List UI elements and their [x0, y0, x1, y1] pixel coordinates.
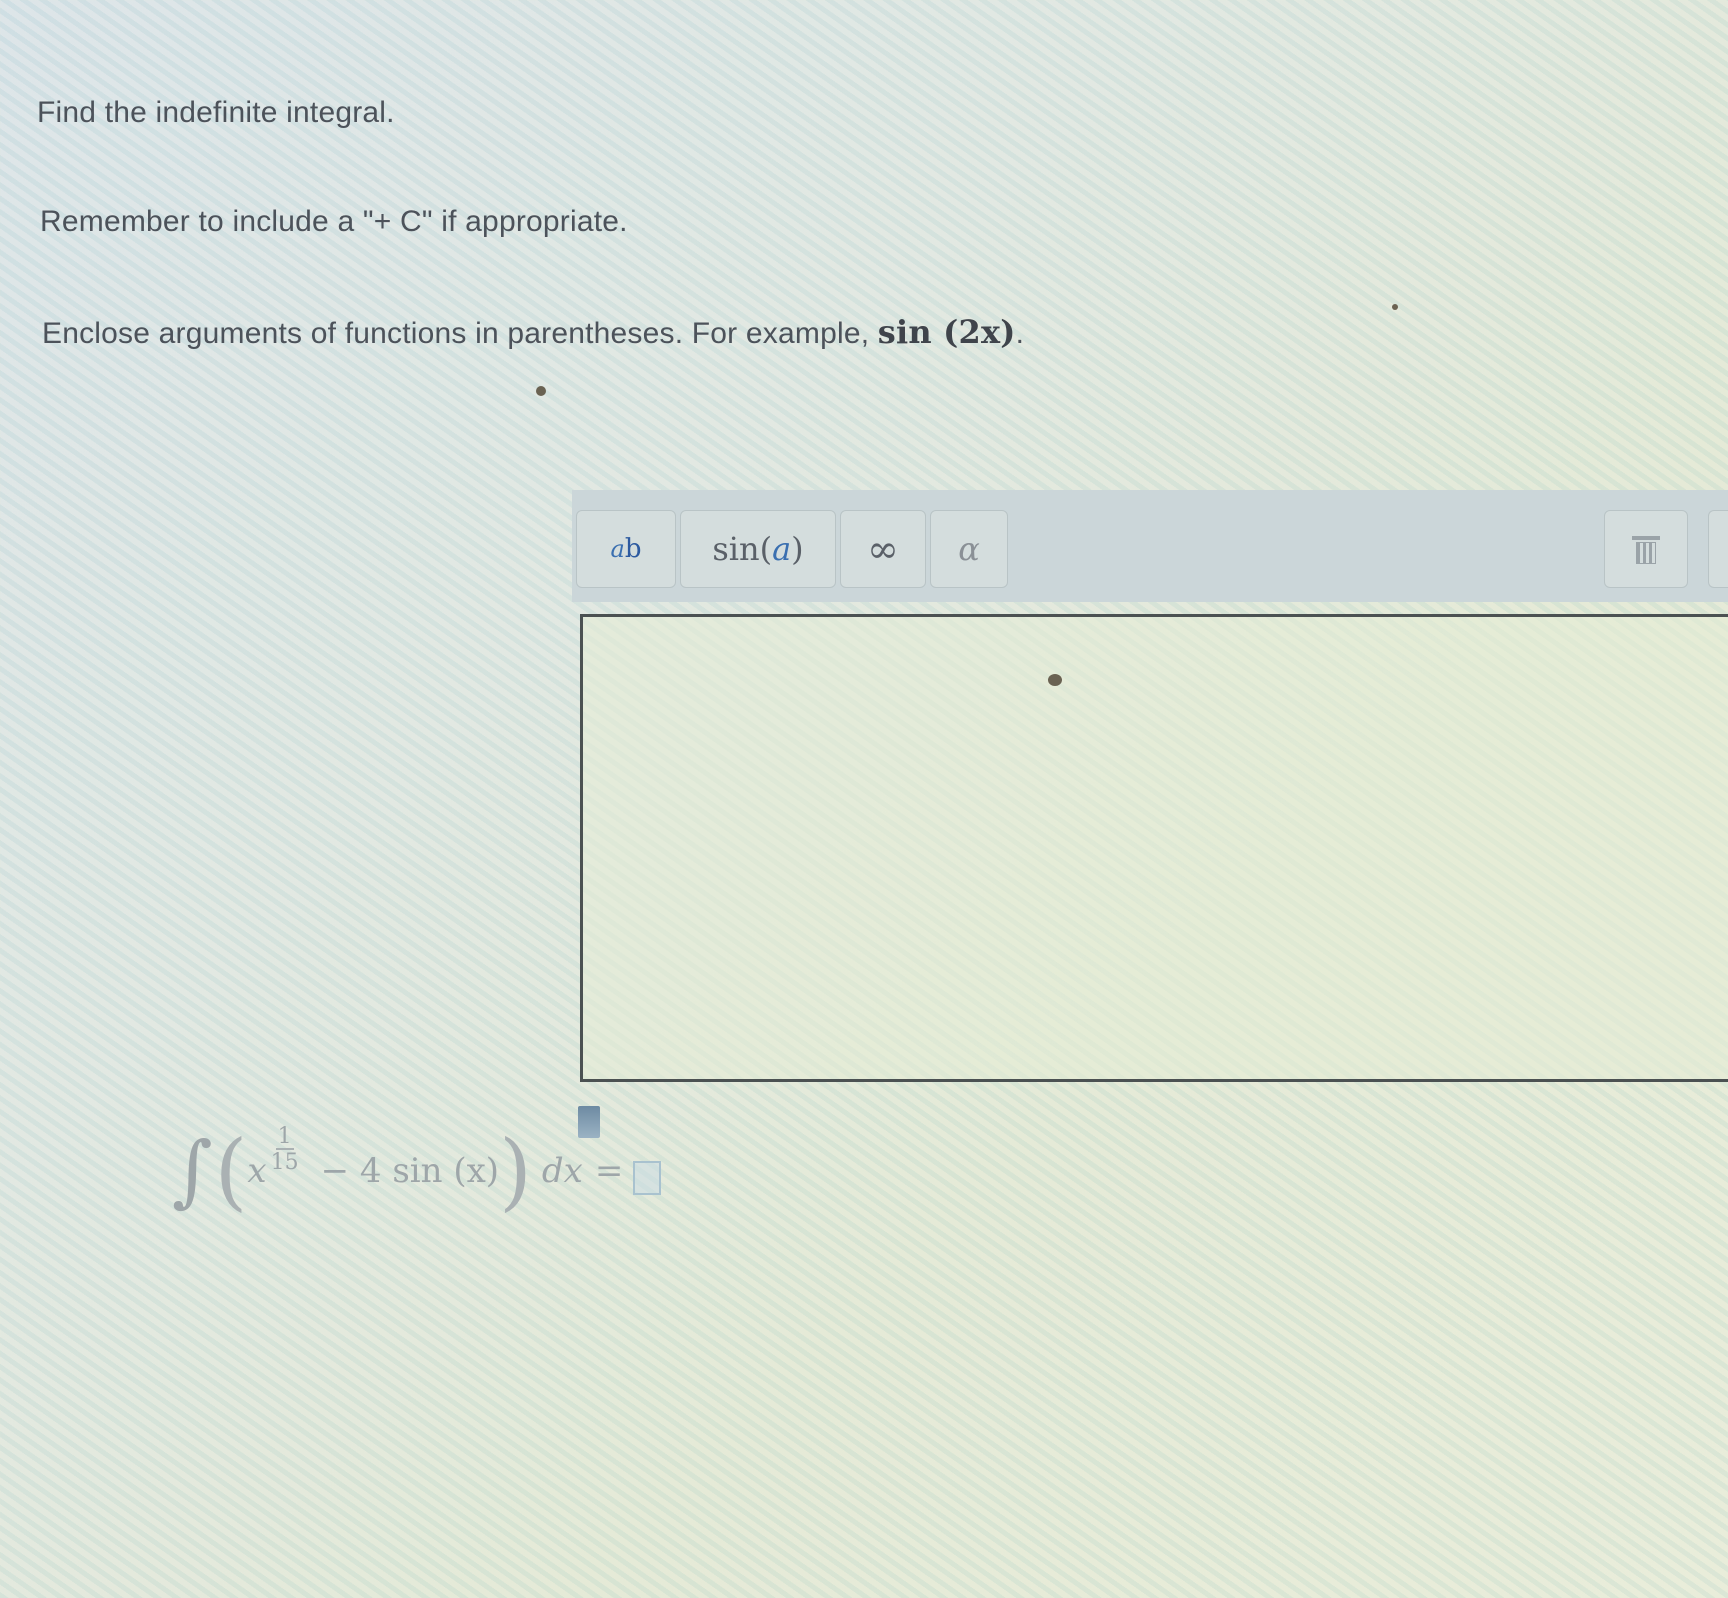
- example-sin-2x: sin (2x): [877, 313, 1016, 351]
- sin-open-paren: (: [759, 530, 773, 568]
- sin-arg-label: a: [772, 530, 792, 568]
- alpha-button[interactable]: α: [930, 510, 1008, 588]
- screen-spot: [536, 386, 546, 396]
- instruction-parentheses: Enclose arguments of functions in parent…: [42, 313, 1024, 351]
- integral-sign: ∫: [172, 1126, 213, 1216]
- integral-expression: ∫ ( x 1 15 − 4 sin (x) ) dx =: [172, 1116, 662, 1226]
- fraction-exponent: 1 15: [271, 1126, 299, 1174]
- exponent-numerator: 1: [275, 1124, 294, 1150]
- integrand-variable: x: [247, 1151, 267, 1191]
- sin-close-paren: ): [791, 530, 804, 568]
- dx-label: dx: [541, 1151, 583, 1191]
- minus-sin-term: − 4 sin (x): [320, 1151, 500, 1191]
- math-toolbar: ab sin (a) ∞ α: [572, 490, 1728, 602]
- instruction-parentheses-text: Enclose arguments of functions in parent…: [42, 317, 870, 350]
- alpha-label: α: [958, 530, 980, 568]
- open-paren: (: [214, 1122, 248, 1220]
- answer-placeholder-box: [633, 1161, 662, 1195]
- answer-input[interactable]: [580, 614, 1728, 1082]
- close-paren: ): [499, 1122, 532, 1220]
- instruction-period: .: [1015, 317, 1025, 350]
- clear-button[interactable]: [1604, 510, 1688, 588]
- power-exp-label: b: [624, 534, 642, 564]
- sin-fn-label: sin: [712, 530, 760, 568]
- instruction-find-integral: Find the indefinite integral.: [37, 96, 395, 129]
- infinity-label: ∞: [867, 527, 899, 571]
- screen-spot: [1392, 304, 1398, 310]
- equals-sign: =: [594, 1151, 624, 1191]
- toolbar-more-button[interactable]: [1708, 510, 1728, 588]
- exponent-denominator: 15: [270, 1150, 299, 1175]
- power-base-label: a: [610, 535, 625, 563]
- trash-icon: [1632, 534, 1660, 564]
- power-button[interactable]: ab: [576, 510, 676, 588]
- instruction-plus-c: Remember to include a "+ C" if appropria…: [40, 205, 628, 238]
- sin-button[interactable]: sin (a): [680, 510, 836, 588]
- screen-spot: [1048, 674, 1062, 686]
- infinity-button[interactable]: ∞: [840, 510, 926, 588]
